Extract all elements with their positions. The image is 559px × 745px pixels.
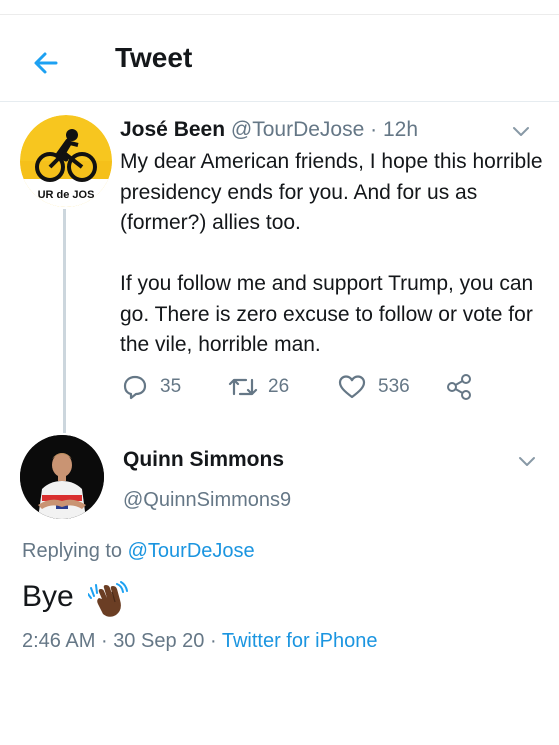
- chevron-down-icon: [519, 457, 535, 466]
- tweet-header: José Been @TourDeJose · 12h: [120, 118, 418, 142]
- reply-text: Bye: [22, 580, 74, 613]
- reply-meta: 2:46 AM · 30 Sep 20 · Twitter for iPhone: [22, 630, 377, 653]
- reply-author-handle[interactable]: @QuinnSimmons9: [123, 489, 291, 512]
- replying-prefix: Replying to: [22, 540, 123, 562]
- avatar-logo-text: UR de JOS: [38, 189, 95, 201]
- author-handle[interactable]: @TourDeJose: [231, 118, 364, 141]
- retweet-icon: [228, 378, 258, 396]
- tweet-time[interactable]: 12h: [383, 118, 418, 141]
- replying-to-link[interactable]: @TourDeJose: [128, 540, 255, 562]
- reply-menu-button[interactable]: [518, 455, 536, 467]
- reply-icon: [123, 375, 147, 400]
- tweet-menu-button[interactable]: [512, 125, 530, 137]
- meta-separator: ·: [209, 630, 217, 652]
- reply-author-name[interactable]: Quinn Simmons: [123, 448, 284, 472]
- thread-line: [63, 209, 66, 433]
- chevron-down-icon: [513, 127, 529, 136]
- replying-to: Replying to @TourDeJose: [22, 540, 255, 563]
- status-bar-divider: [0, 0, 559, 15]
- reply-time: 2:46 AM: [22, 630, 96, 652]
- tweet-paragraph: If you follow me and support Trump, you …: [120, 272, 534, 356]
- top-bar: Tweet: [0, 15, 559, 102]
- tweet-paragraph: My dear American friends, I hope this ho…: [120, 150, 543, 234]
- tweet-source-link[interactable]: Twitter for iPhone: [222, 630, 378, 652]
- reply-count: 35: [160, 376, 182, 397]
- meta-separator: ·: [100, 630, 108, 652]
- meta-separator: ·: [370, 118, 378, 141]
- page-title: Tweet: [115, 42, 193, 73]
- back-arrow-icon: [34, 52, 58, 74]
- retweet-count: 26: [268, 376, 290, 397]
- heart-icon: [338, 375, 366, 399]
- waving-hand-icon: [87, 580, 128, 618]
- avatar-quinnsimmons[interactable]: [20, 435, 104, 519]
- avatar-tourdejose[interactable]: UR de JOS: [20, 115, 112, 207]
- reply-date: 30 Sep 20: [113, 630, 205, 652]
- like-count: 536: [378, 376, 410, 397]
- back-button[interactable]: [26, 43, 66, 83]
- tweet-text: My dear American friends, I hope this ho…: [120, 147, 545, 361]
- author-name[interactable]: José Been: [120, 118, 225, 141]
- share-icon: [447, 374, 471, 400]
